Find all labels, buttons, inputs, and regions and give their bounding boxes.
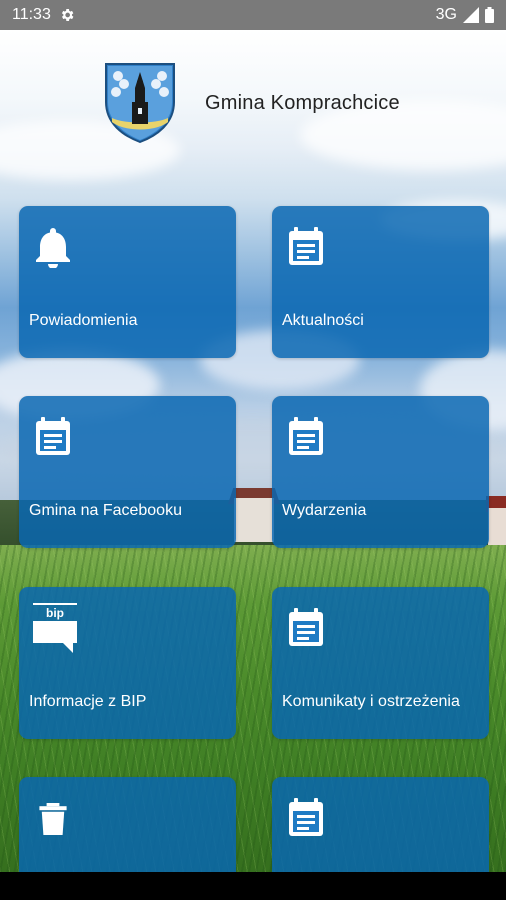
tile-label: Informacje z BIP xyxy=(29,693,147,710)
status-bar: 11:33 3G xyxy=(0,0,506,30)
bip-text: bip xyxy=(46,606,64,620)
tile-more[interactable] xyxy=(272,777,489,872)
tile-facebook[interactable]: Gmina na Facebooku xyxy=(19,396,236,548)
status-time: 11:33 xyxy=(12,6,51,23)
tile-label: Gmina na Facebooku xyxy=(29,502,182,519)
bip-icon: bip xyxy=(33,603,77,653)
tile-events[interactable]: Wydarzenia xyxy=(272,396,489,548)
calendar-icon xyxy=(36,417,70,455)
tile-label: Komunikaty i ostrzeżenia xyxy=(282,693,460,710)
battery-icon xyxy=(485,7,494,23)
calendar-icon xyxy=(289,417,323,455)
tile-alerts[interactable]: Komunikaty i ostrzeżenia xyxy=(272,587,489,739)
network-type: 3G xyxy=(435,6,457,23)
bell-icon xyxy=(36,228,70,268)
trash-icon xyxy=(39,803,67,835)
tile-label: Aktualności xyxy=(282,312,364,329)
calendar-icon xyxy=(289,608,323,646)
tile-waste[interactable] xyxy=(19,777,236,872)
tile-news[interactable]: Aktualności xyxy=(272,206,489,358)
tile-label: Wydarzenia xyxy=(282,502,367,519)
calendar-icon xyxy=(289,798,323,836)
app-title: Gmina Komprachcice xyxy=(205,92,400,114)
signal-icon xyxy=(463,7,479,23)
calendar-icon xyxy=(289,227,323,265)
tile-bip[interactable]: bip Informacje z BIP xyxy=(19,587,236,739)
tile-notifications[interactable]: Powiadomienia xyxy=(19,206,236,358)
coat-of-arms-icon xyxy=(105,63,175,144)
gear-icon xyxy=(61,9,74,21)
system-nav-bar xyxy=(0,872,506,900)
tile-label: Powiadomienia xyxy=(29,312,138,329)
